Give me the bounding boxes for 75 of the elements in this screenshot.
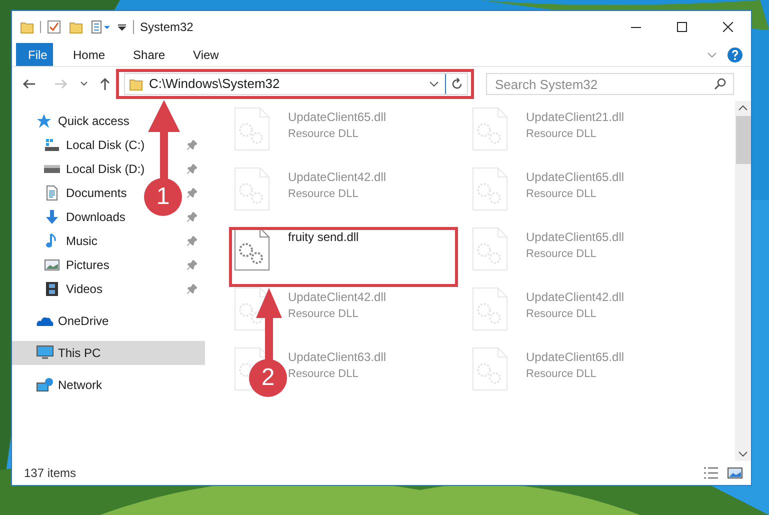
file-gear-icon bbox=[234, 167, 270, 211]
back-arrow-icon[interactable] bbox=[22, 77, 36, 91]
file-gear-icon bbox=[472, 167, 508, 211]
sidebar-item[interactable]: Videos bbox=[66, 280, 102, 298]
thumbnail-view-icon[interactable] bbox=[727, 466, 743, 480]
pin-icon[interactable] bbox=[187, 140, 197, 150]
file-name[interactable]: fruity send.dll bbox=[288, 228, 359, 246]
film-icon bbox=[44, 281, 60, 297]
download-arrow-icon bbox=[44, 209, 60, 225]
network-icon bbox=[36, 377, 54, 393]
sidebar-item[interactable]: Local Disk (D:) bbox=[66, 160, 145, 178]
sidebar-item[interactable]: Pictures bbox=[66, 256, 110, 274]
pin-icon[interactable] bbox=[187, 284, 197, 294]
search-icon[interactable] bbox=[714, 78, 726, 90]
scroll-up-icon[interactable] bbox=[738, 105, 748, 111]
file-gear-icon bbox=[472, 107, 508, 151]
file-type: Resource DLL bbox=[526, 367, 598, 382]
sidebar-item[interactable]: Downloads bbox=[66, 208, 126, 226]
sidebar-item[interactable]: This PC bbox=[12, 341, 205, 365]
chevron-down-icon[interactable] bbox=[80, 81, 88, 87]
picture-icon bbox=[44, 257, 60, 273]
document-icon bbox=[44, 185, 60, 201]
drive-icon bbox=[44, 137, 60, 153]
dropdown-icon[interactable] bbox=[117, 22, 127, 32]
ribbon-tab[interactable]: View bbox=[181, 43, 231, 66]
checklist-icon[interactable] bbox=[47, 20, 61, 34]
help-icon[interactable] bbox=[727, 46, 743, 62]
file-gear-icon bbox=[234, 107, 270, 151]
sidebar-item[interactable]: Music bbox=[66, 232, 98, 250]
sidebar-item[interactable]: Quick access bbox=[12, 109, 205, 133]
maximize-icon[interactable] bbox=[677, 22, 687, 32]
monitor-icon bbox=[36, 345, 54, 361]
chevron-down-icon[interactable] bbox=[429, 81, 439, 87]
file-type: Resource DLL bbox=[526, 247, 598, 262]
address-path: C:\Windows\System32 bbox=[149, 75, 280, 94]
scroll-down-icon[interactable] bbox=[738, 451, 748, 457]
file-type: Resource DLL bbox=[288, 367, 360, 382]
file-type: Resource DLL bbox=[288, 187, 360, 202]
file-gear-icon bbox=[234, 227, 270, 271]
address-bar[interactable]: C:\Windows\System32 bbox=[124, 73, 468, 95]
ribbon-tab[interactable]: Share bbox=[121, 43, 178, 66]
drive-icon bbox=[44, 165, 60, 173]
file-gear-icon bbox=[472, 287, 508, 331]
file-type: Resource DLL bbox=[526, 187, 598, 202]
sidebar-item[interactable]: Network bbox=[12, 373, 205, 397]
file-type: Resource DLL bbox=[288, 307, 360, 322]
refresh-icon[interactable] bbox=[450, 78, 462, 90]
item-count: 137 items bbox=[24, 465, 76, 482]
file-type: Resource DLL bbox=[526, 307, 598, 322]
pin-icon[interactable] bbox=[187, 260, 197, 270]
details-view-icon[interactable] bbox=[703, 466, 719, 480]
pin-icon[interactable] bbox=[187, 164, 197, 174]
folder-icon bbox=[129, 77, 143, 91]
pin-icon[interactable] bbox=[187, 212, 197, 222]
window-title: System32 bbox=[140, 19, 194, 36]
file-gear-icon bbox=[472, 347, 508, 391]
minimize-icon[interactable] bbox=[631, 26, 641, 28]
file-type: Resource DLL bbox=[526, 127, 598, 142]
sidebar-item[interactable]: OneDrive bbox=[12, 309, 205, 333]
scrollbar[interactable] bbox=[735, 101, 751, 461]
properties-icon[interactable] bbox=[91, 20, 111, 34]
scroll-thumb[interactable] bbox=[736, 116, 750, 164]
sidebar-item[interactable]: Documents bbox=[66, 184, 127, 202]
folder-icon[interactable] bbox=[20, 20, 34, 34]
pin-icon[interactable] bbox=[187, 188, 197, 198]
ribbon-tab[interactable]: Home bbox=[61, 43, 118, 66]
file-gear-icon bbox=[472, 227, 508, 271]
sidebar-item[interactable]: Local Disk (C:) bbox=[66, 136, 145, 154]
up-arrow-icon[interactable] bbox=[98, 77, 112, 91]
close-icon[interactable] bbox=[723, 22, 733, 32]
file-type: Resource DLL bbox=[288, 127, 360, 142]
pin-icon[interactable] bbox=[187, 236, 197, 246]
star-icon bbox=[36, 113, 52, 129]
search-field[interactable]: Search System32 bbox=[486, 73, 734, 95]
folder-icon[interactable] bbox=[69, 20, 83, 34]
